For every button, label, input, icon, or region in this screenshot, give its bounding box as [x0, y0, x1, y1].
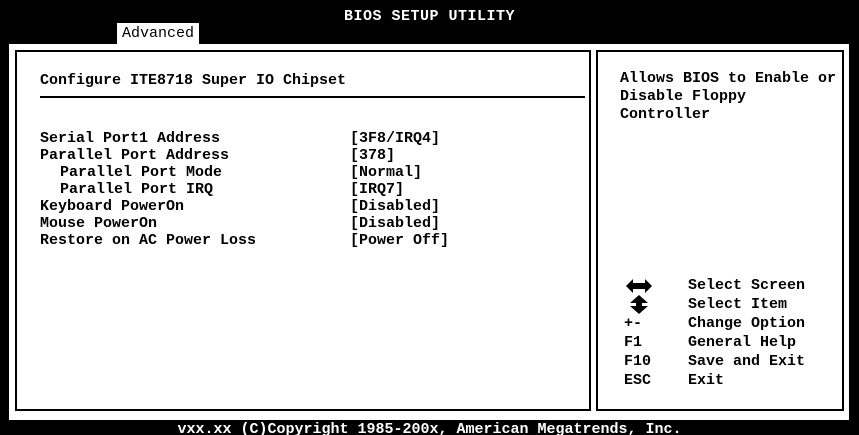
legend-row-exit: ESC Exit — [616, 371, 841, 390]
legend-desc: Select Screen — [688, 277, 806, 294]
legend-row-change-option: +- Change Option — [616, 314, 841, 333]
legend-row-save-and-exit: F10 Save and Exit — [616, 352, 841, 371]
setting-value[interactable]: [3F8/IRQ4] — [350, 130, 440, 148]
legend-desc: Select Item — [688, 296, 788, 313]
help-pane: Allows BIOS to Enable or Disable Floppy … — [596, 50, 844, 411]
legend-row-select-screen: Select Screen — [616, 276, 841, 295]
setting-label: Onboard Floppy Controller — [40, 113, 266, 130]
setting-label: Parallel Port Address — [40, 147, 230, 164]
legend-desc: General Help — [688, 334, 797, 351]
setting-value[interactable]: [Disabled] — [350, 198, 440, 216]
help-text: Allows BIOS to Enable or Disable Floppy … — [620, 70, 837, 123]
setting-label: Restore on AC Power Loss — [40, 232, 257, 249]
setting-value[interactable]: [Power Off] — [350, 232, 449, 250]
setting-label: Parallel Port Mode — [60, 164, 223, 181]
tab-advanced[interactable]: Advanced — [117, 23, 200, 45]
setting-value[interactable]: [Disabled] — [350, 215, 440, 233]
setting-value[interactable]: [Enabled] — [350, 113, 431, 131]
left-right-arrows-icon — [624, 276, 654, 295]
setting-value[interactable]: [378] — [350, 147, 395, 165]
legend-key: F10 — [624, 353, 652, 370]
settings-pane: Configure ITE8718 Super IO Chipset Onboa… — [15, 50, 591, 411]
setting-label: Parallel Port IRQ — [60, 181, 214, 198]
section-title: Configure ITE8718 Super IO Chipset — [40, 72, 347, 89]
legend-row-select-item: Select Item — [616, 295, 841, 314]
setting-label: Serial Port1 Address — [40, 130, 221, 147]
setting-label: Mouse PowerOn — [40, 215, 158, 232]
section-divider — [40, 96, 585, 98]
setting-value[interactable]: [IRQ7] — [350, 181, 404, 199]
legend-desc: Change Option — [688, 315, 806, 332]
copyright-footer: vxx.xx (C)Copyright 1985-200x, American … — [0, 421, 859, 435]
key-legend: Select Screen Select Item +- Change Opti… — [616, 276, 841, 390]
up-down-arrows-icon — [624, 295, 654, 314]
legend-key: ESC — [624, 372, 652, 389]
legend-desc: Save and Exit — [688, 353, 806, 370]
legend-row-general-help: F1 General Help — [616, 333, 841, 352]
title-bar: BIOS SETUP UTILITY Advanced — [0, 0, 859, 45]
legend-key: +- — [624, 315, 643, 332]
setting-label: Keyboard PowerOn — [40, 198, 185, 215]
setting-value[interactable]: [Normal] — [350, 164, 422, 182]
legend-desc: Exit — [688, 372, 725, 389]
legend-key: F1 — [624, 334, 643, 351]
bios-screen: BIOS SETUP UTILITY Advanced Configure IT… — [0, 0, 859, 435]
